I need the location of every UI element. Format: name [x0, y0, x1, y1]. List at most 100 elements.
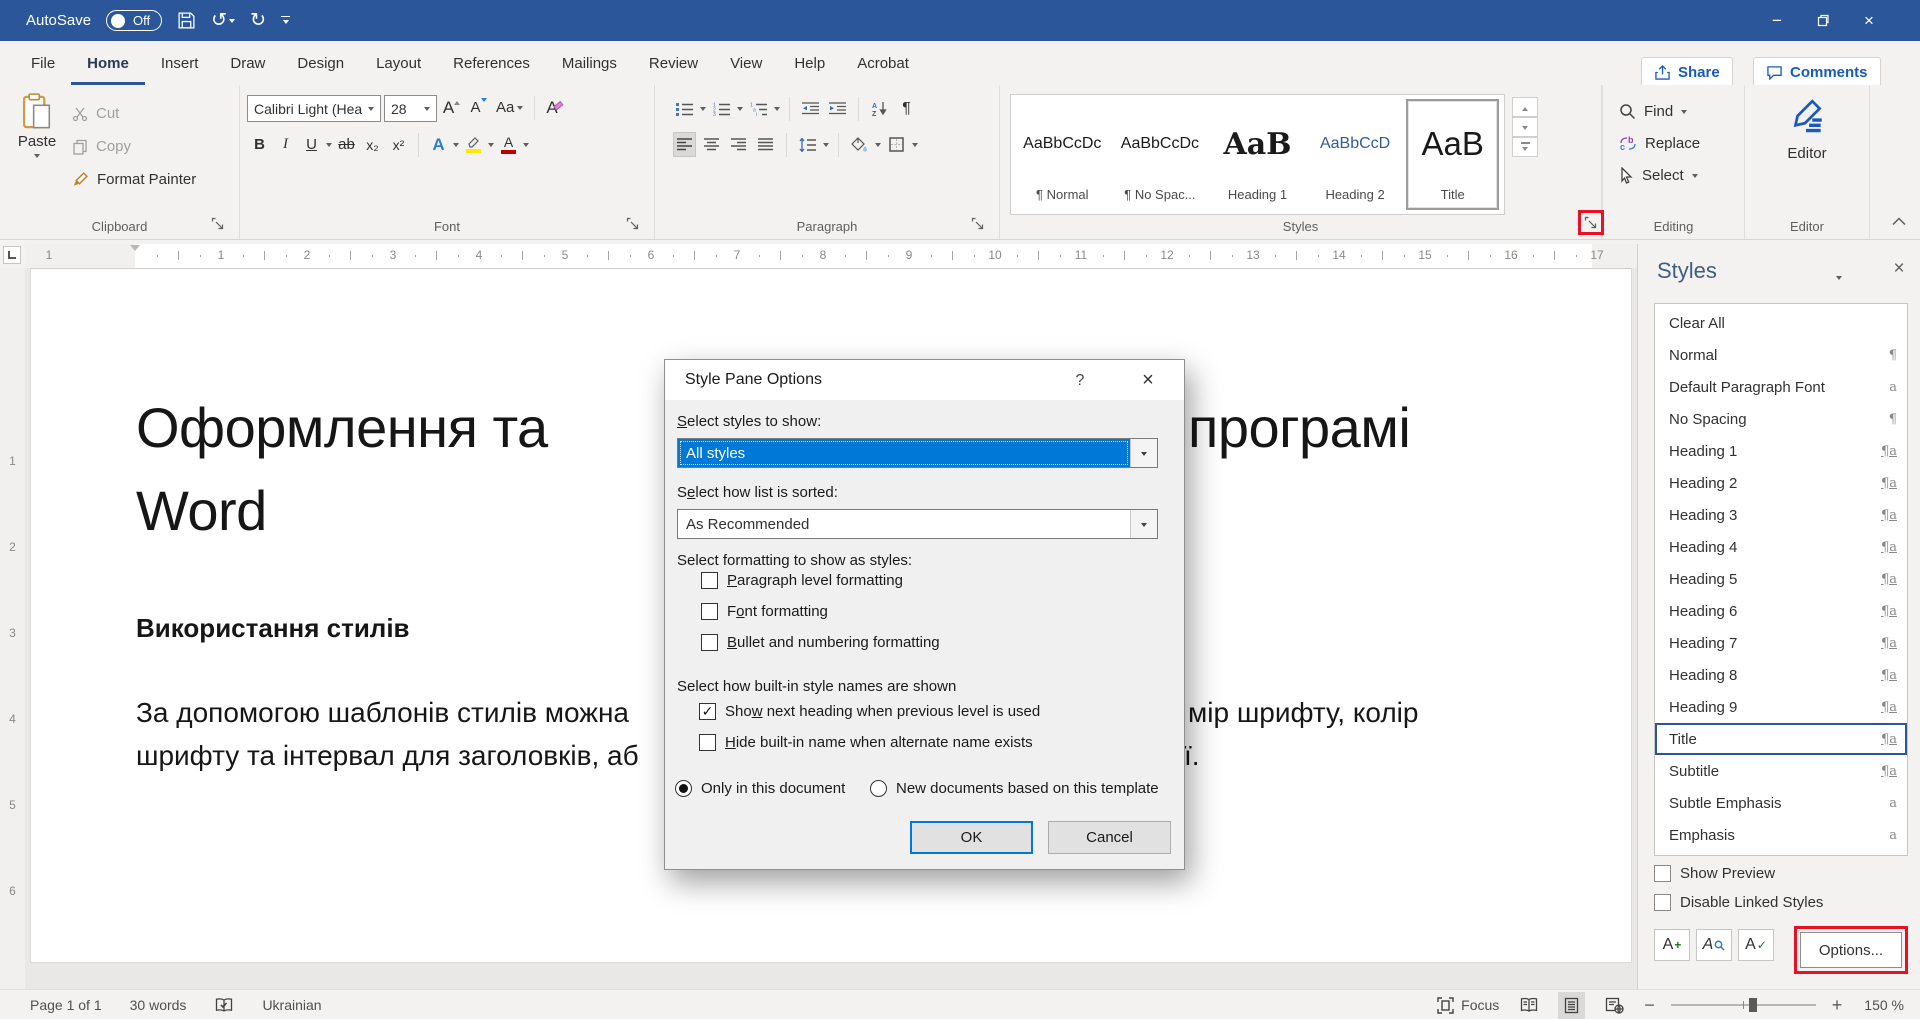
- show-paragraph-marks-button[interactable]: ¶: [895, 96, 918, 121]
- manage-styles-button[interactable]: A✓: [1738, 929, 1774, 961]
- style-item-subtitle[interactable]: Subtitle¶a: [1655, 755, 1907, 787]
- paste-dropdown-icon[interactable]: [34, 154, 40, 161]
- text-effects-dropdown-icon[interactable]: [453, 143, 459, 150]
- paragraph-dialog-launcher-icon[interactable]: [970, 216, 985, 231]
- bullet-dropdown-icon[interactable]: [700, 107, 706, 114]
- style-card-nospace[interactable]: AaBbCcDc¶ No Spac...: [1114, 99, 1207, 210]
- redo-icon[interactable]: ↻: [250, 11, 266, 30]
- styles-pane-close-icon[interactable]: ×: [1886, 258, 1912, 280]
- minimize-button[interactable]: −: [1754, 0, 1800, 41]
- ok-button[interactable]: OK: [910, 821, 1033, 854]
- comments-button[interactable]: Comments: [1753, 57, 1881, 88]
- tab-acrobat[interactable]: Acrobat: [841, 45, 925, 85]
- zoom-level[interactable]: 150 %: [1864, 997, 1904, 1013]
- tab-draw[interactable]: Draw: [214, 45, 281, 85]
- underline-button[interactable]: U: [300, 132, 323, 157]
- chevron-down-icon[interactable]: [1130, 439, 1157, 467]
- tab-home[interactable]: Home: [71, 45, 145, 85]
- autosave-toggle[interactable]: Off: [106, 10, 162, 31]
- style-item-heading-1[interactable]: Heading 1¶a: [1655, 435, 1907, 467]
- print-layout-button[interactable]: [1558, 992, 1585, 1019]
- tab-selector[interactable]: [3, 246, 21, 264]
- proofing-status-icon[interactable]: [214, 997, 234, 1014]
- style-item-no-spacing[interactable]: No Spacing¶: [1655, 403, 1907, 435]
- restore-button[interactable]: [1800, 0, 1846, 41]
- style-card-h1[interactable]: AaBHeading 1: [1211, 99, 1304, 210]
- multilevel-dropdown-icon[interactable]: [774, 107, 780, 114]
- shading-button[interactable]: [848, 132, 871, 157]
- horizontal-ruler[interactable]: 11234567891011121314151617: [25, 244, 1637, 268]
- font-color-dropdown-icon[interactable]: [523, 143, 529, 150]
- customize-qat-icon[interactable]: [281, 16, 290, 26]
- styles-to-show-combobox[interactable]: All styles: [677, 438, 1158, 468]
- style-item-heading-8[interactable]: Heading 8¶a: [1655, 659, 1907, 691]
- tab-references[interactable]: References: [437, 45, 546, 85]
- select-button[interactable]: Select: [1619, 159, 1700, 191]
- find-dropdown-icon[interactable]: [1681, 110, 1687, 117]
- multilevel-list-button[interactable]: 1ai: [747, 96, 770, 121]
- close-button[interactable]: ×: [1846, 0, 1892, 41]
- font-name-combobox[interactable]: Calibri Light (Heac: [247, 95, 381, 122]
- decrease-indent-button[interactable]: [799, 96, 822, 121]
- tab-help[interactable]: Help: [778, 45, 841, 85]
- styles-pane-options-button[interactable]: Options...: [1800, 932, 1902, 968]
- dialog-close-icon[interactable]: ×: [1127, 366, 1169, 395]
- tab-view[interactable]: View: [714, 45, 778, 85]
- font-dialog-launcher-icon[interactable]: [625, 216, 640, 231]
- styles-dialog-launcher-icon[interactable]: [1583, 215, 1598, 230]
- chevron-down-icon[interactable]: [418, 105, 436, 112]
- align-center-button[interactable]: [700, 132, 723, 157]
- italic-button[interactable]: I: [274, 132, 297, 157]
- gallery-scroll-up-icon[interactable]: [1512, 97, 1538, 117]
- tab-layout[interactable]: Layout: [360, 45, 437, 85]
- share-button[interactable]: Share: [1641, 57, 1733, 88]
- show-preview-checkbox[interactable]: Show Preview: [1654, 865, 1775, 882]
- language-indicator[interactable]: Ukrainian: [262, 997, 321, 1013]
- line-spacing-button[interactable]: [796, 132, 819, 157]
- select-dropdown-icon[interactable]: [1692, 174, 1698, 181]
- chevron-down-icon[interactable]: [362, 105, 380, 112]
- bullet-formatting-checkbox[interactable]: Bullet and numbering formatting: [701, 634, 940, 651]
- style-card-h2[interactable]: AaBbCcDHeading 2: [1309, 99, 1402, 210]
- find-button[interactable]: Find: [1619, 95, 1700, 127]
- style-card-normal[interactable]: AaBbCcDc¶ Normal: [1016, 99, 1109, 210]
- tab-file[interactable]: File: [15, 45, 71, 85]
- zoom-slider-thumb[interactable]: [1749, 998, 1757, 1012]
- gallery-expand-icon[interactable]: [1512, 137, 1538, 157]
- strikethrough-button[interactable]: ab: [335, 132, 358, 157]
- paste-button[interactable]: Paste: [8, 93, 66, 159]
- format-painter-button[interactable]: Format Painter: [72, 163, 196, 196]
- web-layout-button[interactable]: [1601, 992, 1628, 1019]
- only-in-this-document-radio[interactable]: Only in this document: [675, 780, 845, 797]
- highlight-dropdown-icon[interactable]: [488, 143, 494, 150]
- style-item-emphasis[interactable]: Emphasisa: [1655, 819, 1907, 851]
- align-right-button[interactable]: [727, 132, 750, 157]
- chevron-down-icon[interactable]: [1130, 510, 1157, 538]
- numbered-list-button[interactable]: 123: [710, 96, 733, 121]
- show-next-heading-checkbox[interactable]: ✓ Show next heading when previous level …: [699, 703, 1040, 720]
- underline-dropdown-icon[interactable]: [326, 143, 332, 150]
- align-left-button[interactable]: [673, 132, 696, 157]
- style-item-clear-all[interactable]: Clear All: [1655, 307, 1907, 339]
- borders-dropdown-icon[interactable]: [912, 143, 918, 150]
- paragraph-formatting-checkbox[interactable]: Paragraph level formatting: [701, 572, 903, 589]
- bold-button[interactable]: B: [248, 132, 271, 157]
- justify-button[interactable]: [754, 132, 777, 157]
- disable-linked-styles-checkbox[interactable]: Disable Linked Styles: [1654, 894, 1823, 911]
- cut-button[interactable]: Cut: [72, 97, 196, 130]
- sort-button[interactable]: AZ: [868, 96, 891, 121]
- focus-button[interactable]: Focus: [1437, 997, 1499, 1014]
- zoom-slider[interactable]: [1671, 1004, 1816, 1006]
- dialog-help-icon[interactable]: ?: [1065, 368, 1095, 394]
- borders-button[interactable]: [885, 132, 908, 157]
- tab-review[interactable]: Review: [633, 45, 714, 85]
- undo-dropdown-icon[interactable]: [229, 19, 235, 26]
- style-item-subtle-emphasis[interactable]: Subtle Emphasisa: [1655, 787, 1907, 819]
- font-formatting-checkbox[interactable]: Font formatting: [701, 603, 828, 620]
- collapse-ribbon-icon[interactable]: [1892, 213, 1906, 231]
- clipboard-dialog-launcher-icon[interactable]: [210, 216, 225, 231]
- shrink-font-button[interactable]: A: [467, 95, 490, 120]
- style-item-heading-9[interactable]: Heading 9¶a: [1655, 691, 1907, 723]
- style-item-heading-4[interactable]: Heading 4¶a: [1655, 531, 1907, 563]
- undo-icon[interactable]: ↺: [211, 11, 235, 30]
